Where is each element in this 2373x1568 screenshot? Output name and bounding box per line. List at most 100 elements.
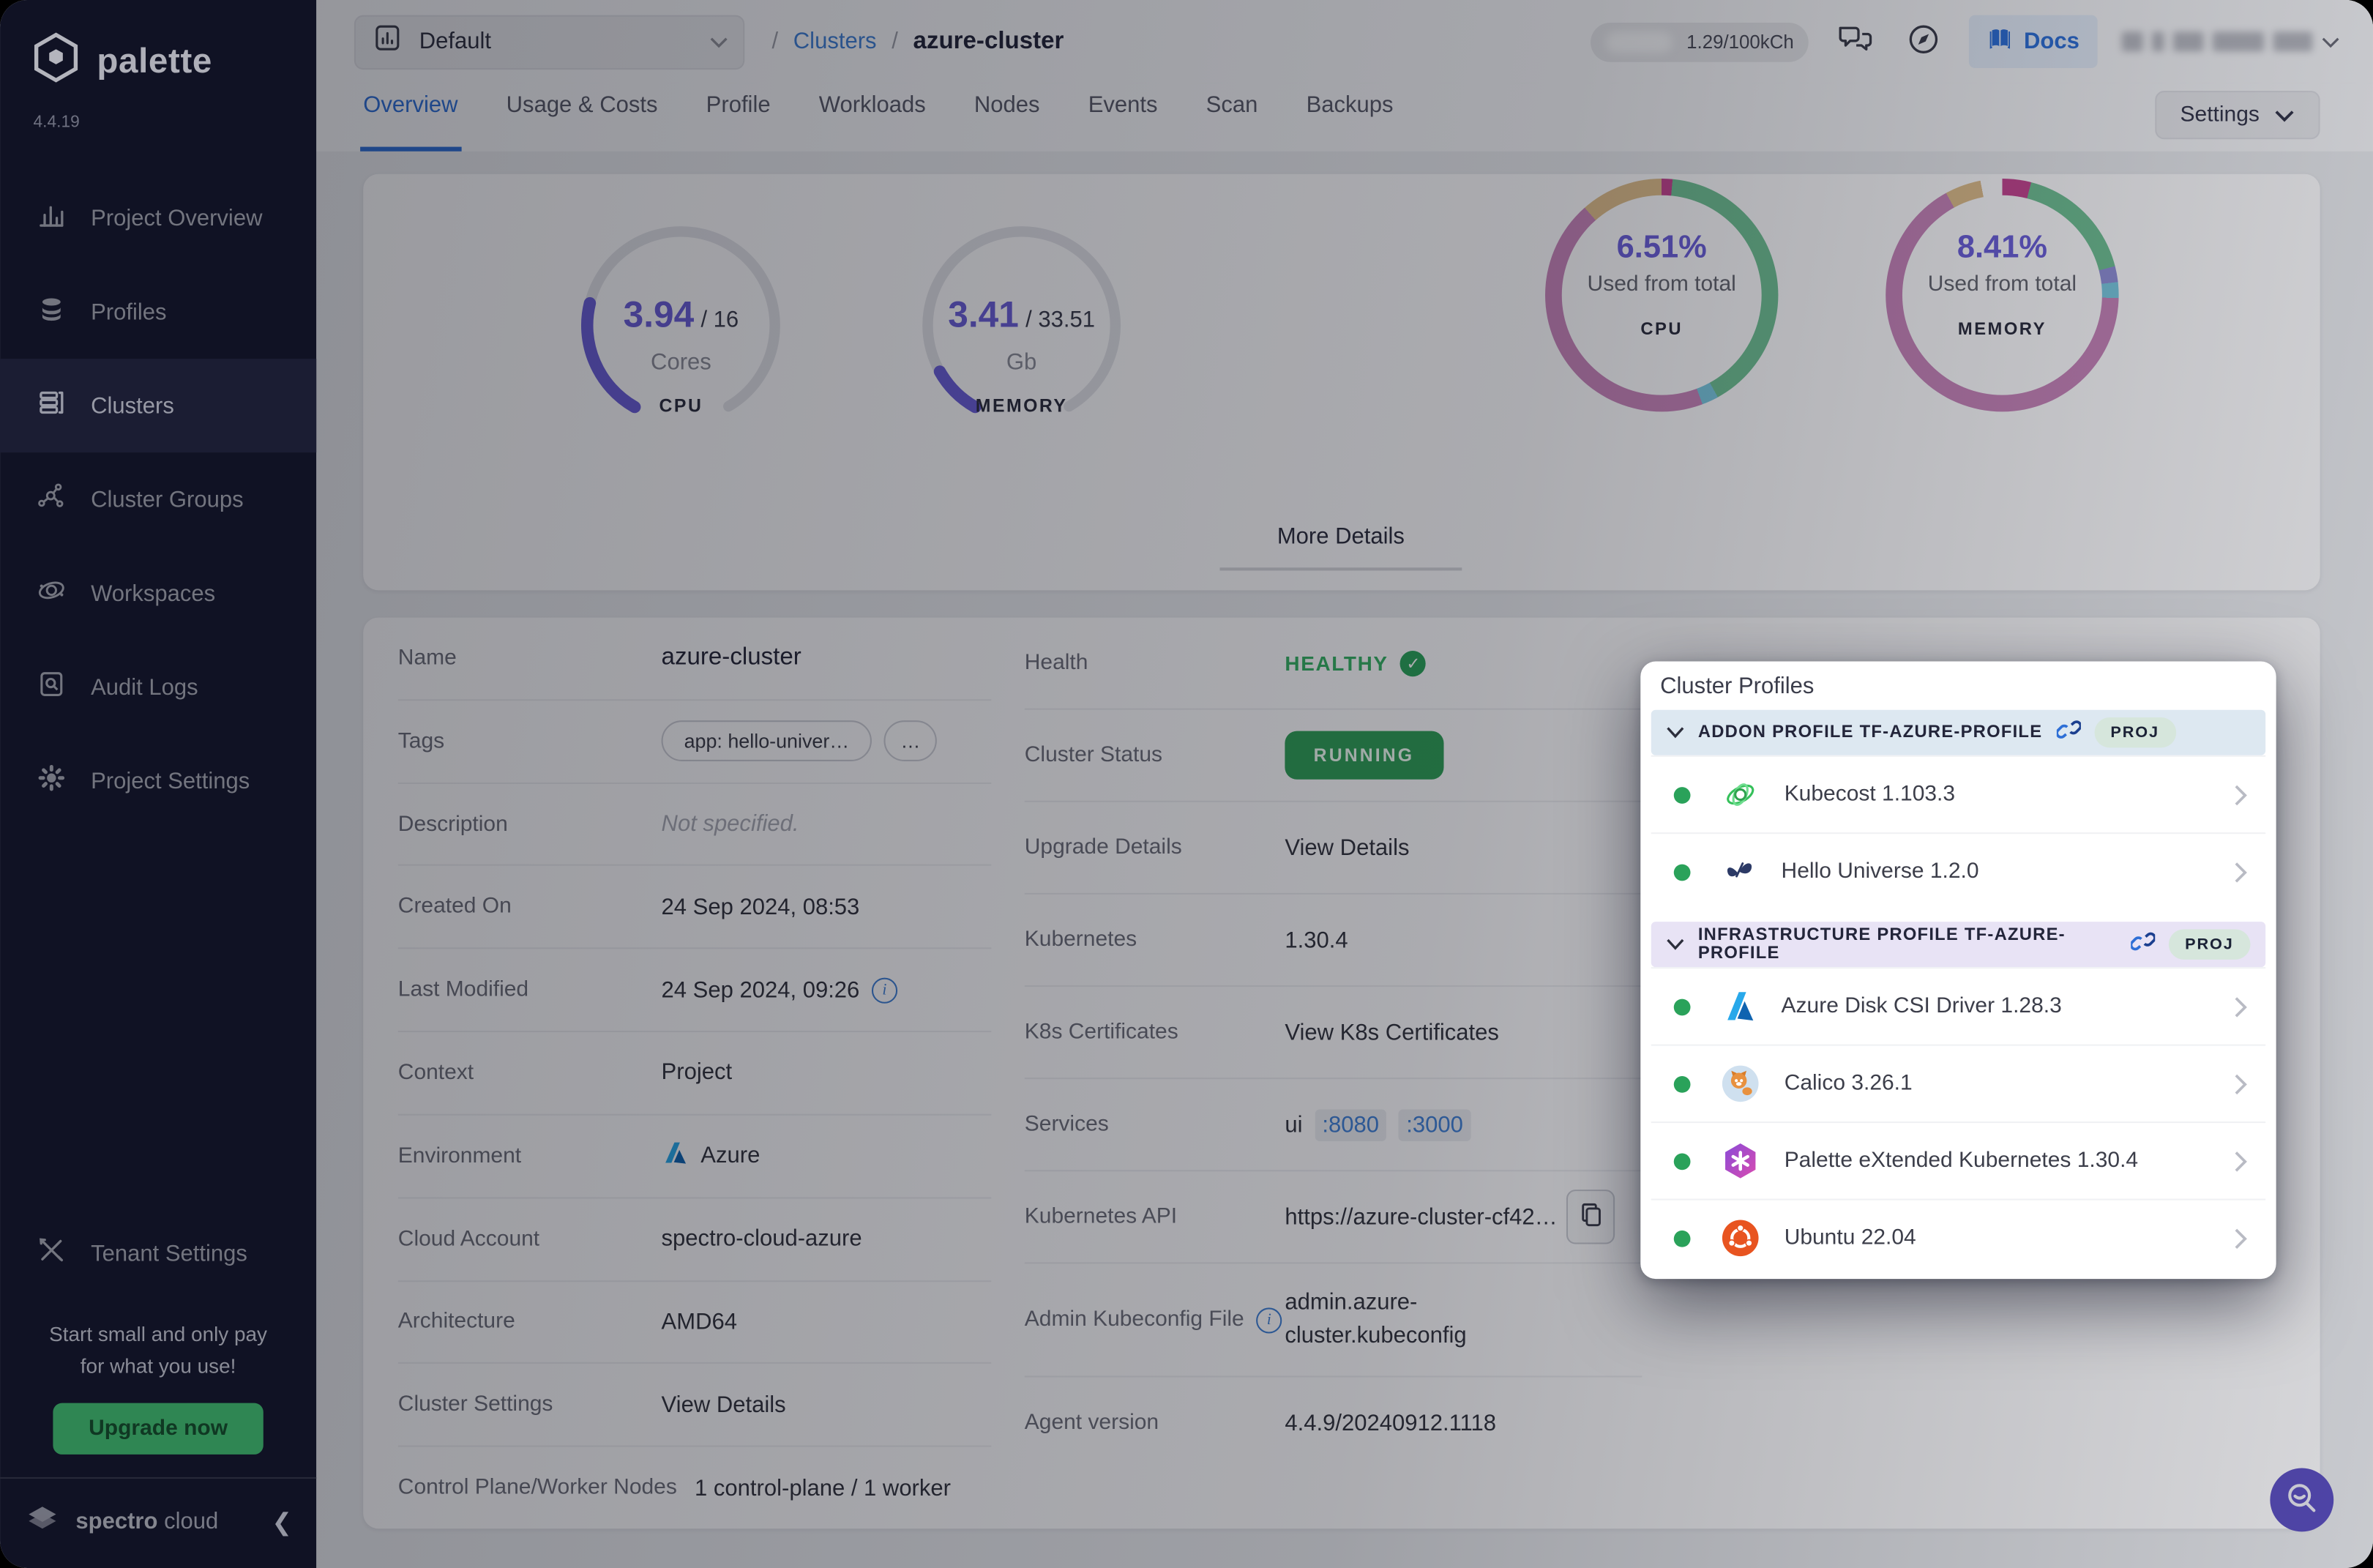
profile-item-hello-universe[interactable]: Hello Universe 1.2.0 <box>1651 832 2266 909</box>
detail-row-environment: Environment Azure <box>397 1113 992 1196</box>
orbit-icon <box>37 575 67 612</box>
sidebar-item-label: Audit Logs <box>91 674 198 701</box>
tab-usage-costs[interactable]: Usage & Costs <box>507 83 658 147</box>
docs-button[interactable]: Docs <box>1969 15 2098 69</box>
infrastructure-profile-section-header[interactable]: INFRASTRUCTURE PROFILE TF-AZURE-PROFILE … <box>1651 922 2266 968</box>
calico-logo-icon <box>1721 1064 1760 1104</box>
sidebar-item-clusters[interactable]: Clusters <box>0 359 317 453</box>
sidebar-item-profiles[interactable]: Profiles <box>0 265 316 359</box>
detail-row-name: Name azure-cluster <box>398 618 991 699</box>
view-k8s-certificates-link[interactable]: View K8s Certificates <box>1285 1020 1498 1045</box>
tab-nodes[interactable]: Nodes <box>974 83 1040 147</box>
brand-logo: palette <box>0 0 316 92</box>
info-icon[interactable]: i <box>871 977 897 1004</box>
chevron-right-icon <box>2234 1072 2248 1095</box>
cpu-gauge-label: CPU <box>659 395 703 417</box>
profile-item-label: Calico 3.26.1 <box>1784 1071 1913 1096</box>
explore-button[interactable] <box>1903 18 1946 65</box>
sidebar-item-workspaces[interactable]: Workspaces <box>0 546 316 640</box>
settings-dropdown-button[interactable]: Settings <box>2154 91 2320 140</box>
usage-credits-pill[interactable]: 1.29/100kCh <box>1591 21 1809 61</box>
chevron-right-icon <box>2234 1227 2248 1250</box>
details-left-column: Name azure-cluster Tags app: hello-unive… <box>397 618 992 1529</box>
user-menu[interactable] <box>2121 28 2340 55</box>
tag-pill[interactable]: app: hello-univer… <box>661 720 872 762</box>
profile-item-kubecost[interactable]: Kubecost 1.103.3 <box>1651 755 2266 832</box>
tab-scan[interactable]: Scan <box>1206 83 1258 147</box>
cluster-settings-view-details-link[interactable]: View Details <box>662 1392 786 1418</box>
service-port-8080-link[interactable]: :8080 <box>1315 1108 1387 1140</box>
cpu-donut-label: CPU <box>1640 321 1683 340</box>
details-right-column: Health HEALTHY ✓ Cluster Status RUNNING … <box>1024 618 1643 1468</box>
control-plane-value: 1 control-plane / 1 worker <box>695 1474 951 1501</box>
chevron-down-icon <box>710 28 728 55</box>
detail-row-cluster-settings: Cluster Settings View Details <box>397 1362 992 1445</box>
sidebar-item-label: Workspaces <box>91 580 216 607</box>
kubeconfig-download-link[interactable]: admin.azure-cluster.kubeconfig <box>1285 1285 1524 1354</box>
azure-logo-icon <box>1721 988 1757 1025</box>
description-value: Not specified. <box>661 811 799 837</box>
chat-button[interactable] <box>1833 18 1878 65</box>
tab-events[interactable]: Events <box>1088 83 1158 147</box>
kubernetes-version-value: 1.30.4 <box>1285 927 1348 953</box>
chevron-right-icon <box>2234 1149 2248 1172</box>
architecture-value: AMD64 <box>661 1309 737 1335</box>
profile-item-palette-extended-kubernetes[interactable]: Palette eXtended Kubernetes 1.30.4 <box>1651 1121 2266 1198</box>
detail-row-admin-kubeconfig: Admin Kubeconfig File i admin.azure-clus… <box>1024 1262 1643 1375</box>
profile-item-ubuntu[interactable]: Ubuntu 22.04 <box>1651 1198 2266 1276</box>
service-port-3000-link[interactable]: :3000 <box>1398 1108 1471 1140</box>
chevron-right-icon <box>2234 860 2248 883</box>
addon-profile-section-header[interactable]: ADDON PROFILE TF-AZURE-PROFILE PROJ <box>1651 709 2266 755</box>
server-list-icon <box>37 387 67 424</box>
sidebar-item-label: Cluster Groups <box>91 486 244 512</box>
sidebar-item-audit-logs[interactable]: Audit Logs <box>0 641 316 734</box>
tab-profile[interactable]: Profile <box>706 83 771 147</box>
breadcrumb-clusters-link[interactable]: Clusters <box>793 29 877 54</box>
sidebar-item-label: Tenant Settings <box>91 1240 247 1266</box>
kubecost-logo-icon <box>1721 775 1760 815</box>
copy-button[interactable] <box>1566 1190 1615 1244</box>
health-status-text: HEALTHY <box>1285 652 1389 675</box>
breadcrumb-separator: / <box>892 29 898 55</box>
sidebar-item-tenant-settings[interactable]: Tenant Settings <box>0 1211 316 1296</box>
metrics-card: 3.94 / 16 Cores CPU 3.41 / 33.51 Gb MEMO… <box>363 173 2320 591</box>
environment-value: Azure <box>700 1143 761 1169</box>
ubuntu-logo-icon <box>1721 1218 1760 1258</box>
project-selector-dropdown[interactable]: Default <box>354 14 745 70</box>
sidebar-item-project-overview[interactable]: Project Overview <box>0 171 316 265</box>
profile-item-calico[interactable]: Calico 3.26.1 <box>1651 1044 2266 1121</box>
memory-donut-label: MEMORY <box>1957 321 2047 340</box>
running-status-badge: RUNNING <box>1285 731 1443 780</box>
tab-workloads[interactable]: Workloads <box>819 83 926 147</box>
sidebar-collapse-icon[interactable]: ❮ <box>272 1507 292 1537</box>
proj-scope-badge: PROJ <box>2168 929 2251 960</box>
upgrade-view-details-link[interactable]: View Details <box>1285 835 1409 860</box>
tag-more-pill[interactable]: … <box>883 720 938 762</box>
search-fab-button[interactable] <box>2270 1468 2334 1532</box>
sidebar-item-project-settings[interactable]: Project Settings <box>0 734 316 828</box>
upgrade-now-button[interactable]: Upgrade now <box>52 1403 264 1455</box>
memory-donut-caption: Used from total <box>1927 272 2077 297</box>
detail-row-architecture: Architecture AMD64 <box>397 1280 992 1362</box>
detail-row-control-plane: Control Plane/Worker Nodes 1 control-pla… <box>397 1445 992 1528</box>
sidebar-item-cluster-groups[interactable]: Cluster Groups <box>0 452 316 546</box>
memory-gauge-label: MEMORY <box>975 395 1068 417</box>
service-name: ui <box>1285 1111 1303 1138</box>
search-smile-icon <box>2282 1478 2322 1522</box>
top-bar: Default / Clusters / azure-cluster 1.29/… <box>316 0 2373 83</box>
section-header-label: ADDON PROFILE TF-AZURE-PROFILE <box>1697 723 2043 742</box>
detail-row-kubernetes: Kubernetes 1.30.4 <box>1024 892 1643 985</box>
status-dot-green <box>1673 998 1691 1015</box>
tab-backups[interactable]: Backups <box>1307 83 1394 147</box>
tab-overview[interactable]: Overview <box>360 83 460 152</box>
chat-bubbles-icon <box>1836 21 1876 62</box>
cloud-account-value: spectro-cloud-azure <box>661 1225 862 1252</box>
redacted-text <box>2173 31 2204 52</box>
proj-scope-badge: PROJ <box>2093 717 2176 748</box>
info-icon[interactable]: i <box>1256 1307 1282 1333</box>
profile-item-label: Ubuntu 22.04 <box>1784 1225 1916 1250</box>
cpu-gauge-value: 3.94 / 16 Cores <box>623 295 739 376</box>
more-details-button[interactable]: More Details <box>1219 523 1462 571</box>
profile-item-azure-disk-csi[interactable]: Azure Disk CSI Driver 1.28.3 <box>1651 967 2266 1044</box>
chevron-down-icon <box>1666 726 1684 739</box>
